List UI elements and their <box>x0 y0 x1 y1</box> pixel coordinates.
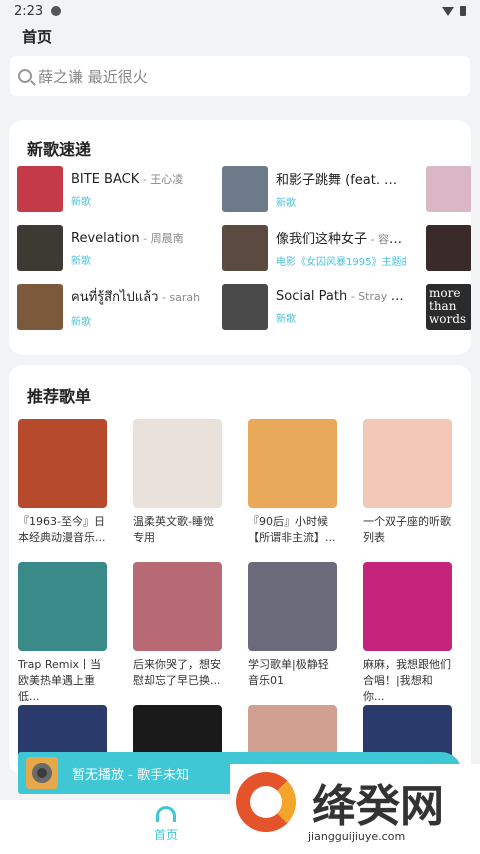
watermark: 绛癸网 jiangguijiuye.com <box>230 764 480 854</box>
playlist-cover <box>248 419 337 508</box>
song-artist: - 周晨南 <box>139 231 184 245</box>
song-cover <box>17 225 63 271</box>
song-name: Social Path - Stray Kids <box>276 289 406 304</box>
song-cover <box>222 166 268 212</box>
playlist-title: 推荐歌单 <box>27 387 92 406</box>
playlist-caption: 温柔英文歌-睡觉专用 <box>133 515 214 544</box>
playlist-caption: Trap Remix丨当欧美热单遇上重低... <box>18 658 102 703</box>
playlist-cover <box>18 562 107 651</box>
song-cover-extra[interactable] <box>426 166 471 212</box>
playlist-caption: 『1963-至今』日本经典动漫音乐... <box>18 515 106 544</box>
playlist-cover <box>363 419 452 508</box>
song-cover <box>17 284 63 330</box>
headphones-icon <box>156 806 176 822</box>
song-tag: 新歌 <box>71 317 91 328</box>
playlist-item[interactable]: 温柔英文歌-睡觉专用 <box>133 419 222 562</box>
playlist-cover <box>133 419 222 508</box>
song-name: คนที่รู้สึกไปแล้ว - sarah <box>71 290 201 305</box>
tab-home[interactable]: 首页 <box>146 806 186 843</box>
cover-text: more than words <box>429 286 467 326</box>
song-tag: 新歌 <box>276 314 296 325</box>
song-tag: 新歌 <box>276 198 296 209</box>
new-song-item[interactable]: 和影子跳舞 (feat. 毛不易) 新歌 <box>222 166 406 212</box>
song-cover <box>222 225 268 271</box>
song-cover <box>222 284 268 330</box>
song-tag: 新歌 <box>71 255 91 267</box>
song-cover <box>17 166 63 212</box>
playlist-section: 推荐歌单 『1963-至今』日本经典动漫音乐... 温柔英文歌-睡觉专用 『90后』… <box>9 365 471 775</box>
playlist-caption: 『90后』小时候【所谓非主流】... <box>248 515 336 544</box>
playlist-cover <box>18 419 107 508</box>
song-tag: 新歌 <box>71 196 91 208</box>
watermark-logo <box>236 772 296 832</box>
song-artist: - sarah <box>158 291 201 304</box>
new-song-item[interactable]: คนที่รู้สึกไปแล้ว - sarah 新歌 <box>17 284 201 330</box>
playlist-caption: 麻麻，我想跟他们合唱！|我想和你... <box>363 658 451 703</box>
song-artist: - Stray Kids <box>350 290 406 303</box>
playlist-cover <box>248 562 337 651</box>
search-bar[interactable]: 薛之谦 最近很火 <box>10 56 470 96</box>
playlist-caption: 后来你哭了，想安慰却忘了早已换... <box>133 658 221 687</box>
wifi-icon <box>442 6 454 16</box>
tab-home-label: 首页 <box>153 828 178 842</box>
song-tag: 电影《女囚风暴1995》主题曲 <box>276 257 406 268</box>
playlist-caption: 学习歌单|极静轻音乐01 <box>248 658 329 687</box>
playlist-item[interactable]: 一个双子座的听歌列表 <box>363 419 452 562</box>
new-song-item[interactable]: BITE BACK - 王心凌新歌 <box>17 166 201 212</box>
playlist-caption: 一个双子座的听歌列表 <box>363 515 451 544</box>
song-name: Revelation - 周晨南 <box>71 230 184 246</box>
song-cover-extra[interactable] <box>426 225 471 271</box>
status-time: 2:23 <box>14 3 44 19</box>
disc-icon <box>26 757 58 789</box>
status-bar: 2:23 <box>0 0 480 22</box>
notification-icon <box>51 6 62 16</box>
song-artist: - 王心凌 <box>139 172 184 186</box>
playlist-cover <box>133 562 222 651</box>
song-cover-extra[interactable]: more than words <box>426 284 471 330</box>
page-title: 首页 <box>22 28 53 46</box>
player-status: 暂无播放 - 歌手未知 <box>72 767 189 783</box>
playlist-item[interactable]: 『1963-至今』日本经典动漫音乐... <box>18 419 107 562</box>
song-artist: - 容祖儿 <box>370 233 407 246</box>
playlist-item[interactable]: 后来你哭了，想安慰却忘了早已换... <box>133 562 222 705</box>
search-icon <box>18 69 32 83</box>
playlist-item[interactable]: 『90后』小时候【所谓非主流】... <box>248 419 337 562</box>
new-song-item[interactable]: 像我们这种女子 - 容祖儿电影《女囚风暴1995》主题曲 <box>222 225 406 271</box>
song-name: 像我们这种女子 - 容祖儿 <box>276 228 406 247</box>
new-songs-title: 新歌速递 <box>27 140 92 159</box>
playlist-item[interactable]: 学习歌单|极静轻音乐01 <box>248 562 337 705</box>
watermark-text: 绛癸网 <box>312 781 444 832</box>
playlist-item[interactable]: Trap Remix丨当欧美热单遇上重低... <box>18 562 107 705</box>
song-name: 和影子跳舞 (feat. 毛不易) <box>276 173 406 188</box>
new-song-item[interactable]: Revelation - 周晨南新歌 <box>17 225 201 271</box>
battery-icon <box>460 6 466 16</box>
song-name: BITE BACK - 王心凌 <box>71 171 184 187</box>
playlist-cover <box>363 562 452 651</box>
new-song-item[interactable]: Social Path - Stray Kids 新歌 <box>222 284 406 330</box>
playlist-item[interactable]: 麻麻，我想跟他们合唱！|我想和你... <box>363 562 452 705</box>
new-songs-section: 新歌速递 BITE BACK - 王心凌新歌 和影子跳舞 (feat. 毛不易) 新… <box>9 120 471 355</box>
watermark-url: jiangguijiuye.com <box>308 830 406 843</box>
search-input[interactable]: 薛之谦 最近很火 <box>38 66 148 87</box>
